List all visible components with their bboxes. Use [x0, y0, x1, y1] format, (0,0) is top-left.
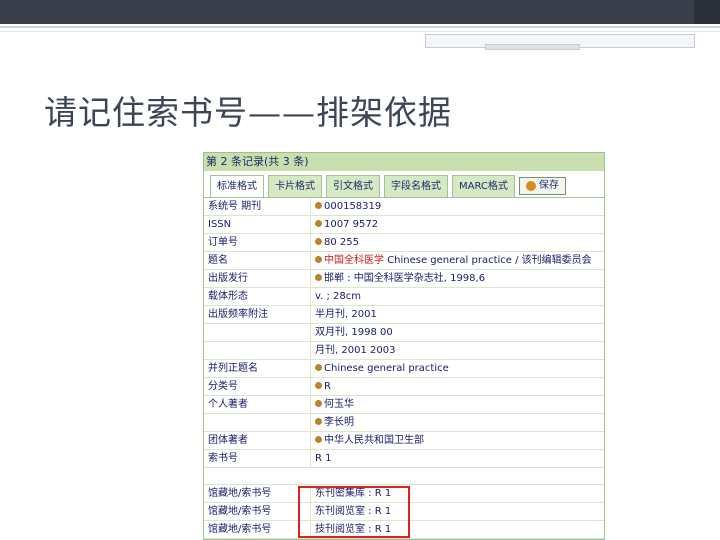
field-value-text: 1007 9572 — [324, 219, 379, 230]
field-label: 载体形态 — [204, 288, 311, 305]
tab-standard-format[interactable]: 标准格式 — [210, 175, 264, 197]
tab-marc-format[interactable]: MARC格式 — [452, 175, 515, 197]
bullet-icon — [315, 382, 322, 389]
record-field-row: 题名 中国全科医学 Chinese general practice / 该刊编辑… — [204, 252, 604, 270]
field-value: 中华人民共和国卫生部 — [311, 432, 604, 449]
call-number-highlight-box — [298, 486, 410, 538]
field-value-text: Chinese general practice — [324, 363, 449, 374]
field-value: 双月刊, 1998 00 — [311, 324, 604, 341]
field-value: 1007 9572 — [311, 216, 604, 233]
field-label: 订单号 — [204, 234, 311, 251]
field-value: R 1 — [311, 450, 604, 467]
record-field-row: 月刊, 2001 2003 — [204, 342, 604, 360]
field-value: 中国全科医学 Chinese general practice / 该刊编辑委员… — [311, 252, 604, 269]
field-value-title-link: 中国全科医学 — [324, 255, 384, 266]
record-field-row: 系统号 期刊 000158319 — [204, 198, 604, 216]
bullet-icon — [315, 202, 322, 209]
field-label: 出版发行 — [204, 270, 311, 287]
field-value: 李长明 — [311, 414, 604, 431]
field-value: v. ; 28cm — [311, 288, 604, 305]
slide-top-bar-corner — [694, 0, 720, 24]
field-label: 题名 — [204, 252, 311, 269]
bullet-icon — [315, 256, 322, 263]
holdings-label: 馆藏地/索书号 — [204, 503, 311, 520]
field-label — [204, 342, 311, 359]
field-value-text: v. ; 28cm — [315, 291, 362, 302]
field-label: 团体著者 — [204, 432, 311, 449]
field-label: 分类号 — [204, 378, 311, 395]
field-value-text: 邯郸 : 中国全科医学杂志社, 1998,6 — [324, 273, 486, 284]
field-label: 并列正题名 — [204, 360, 311, 377]
field-value: 半月刊, 2001 — [311, 306, 604, 323]
field-value: 何玉华 — [311, 396, 604, 413]
field-value: 80 255 — [311, 234, 604, 251]
record-field-row: 双月刊, 1998 00 — [204, 324, 604, 342]
bullet-icon — [315, 274, 322, 281]
bullet-icon — [315, 436, 322, 443]
field-value-text: 何玉华 — [324, 399, 354, 410]
field-value: Chinese general practice — [311, 360, 604, 377]
bullet-icon — [315, 400, 322, 407]
field-label — [204, 324, 311, 341]
field-value-text: 双月刊, 1998 00 — [315, 327, 393, 338]
holdings-label: 馆藏地/索书号 — [204, 485, 311, 502]
save-button-label: 保存 — [538, 180, 559, 191]
slide-title: 请记住索书号——排架依据 — [44, 93, 452, 132]
holdings-label: 馆藏地/索书号 — [204, 521, 311, 538]
bullet-icon — [315, 238, 322, 245]
bullet-icon — [315, 220, 322, 227]
field-value-text: 000158319 — [324, 201, 382, 212]
tab-card-format[interactable]: 卡片格式 — [268, 175, 322, 197]
record-field-row: 团体著者 中华人民共和国卫生部 — [204, 432, 604, 450]
field-label — [204, 414, 311, 431]
field-value-text: 中华人民共和国卫生部 — [324, 435, 424, 446]
slide-top-bar — [0, 0, 720, 24]
record-field-row: 索书号 R 1 — [204, 450, 604, 468]
record-field-row: 出版频率附注 半月刊, 2001 — [204, 306, 604, 324]
record-panel: 第 2 条记录(共 3 条) 标准格式 卡片格式 引文格式 字段名格式 MARC… — [203, 152, 605, 540]
record-field-row: ISSN 1007 9572 — [204, 216, 604, 234]
field-label: 系统号 期刊 — [204, 198, 311, 215]
field-value-text: 月刊, 2001 2003 — [315, 345, 396, 356]
field-value-text: 半月刊, 2001 — [315, 309, 377, 320]
record-field-row: 订单号 80 255 — [204, 234, 604, 252]
record-field-row: 李长明 — [204, 414, 604, 432]
slide-decoration-bar-small — [485, 44, 580, 50]
field-value-text: 李长明 — [324, 417, 354, 428]
record-field-row: 分类号 R — [204, 378, 604, 396]
table-spacer — [204, 468, 604, 485]
field-label: 出版频率附注 — [204, 306, 311, 323]
bullet-icon — [315, 418, 322, 425]
field-value-text: R — [324, 381, 331, 392]
field-value: 邯郸 : 中国全科医学杂志社, 1998,6 — [311, 270, 604, 287]
record-count-header: 第 2 条记录(共 3 条) — [204, 153, 604, 171]
tab-field-name-format[interactable]: 字段名格式 — [384, 175, 448, 197]
field-value: 月刊, 2001 2003 — [311, 342, 604, 359]
field-value-text: R 1 — [315, 453, 332, 464]
format-tabs: 标准格式 卡片格式 引文格式 字段名格式 MARC格式 保存 — [204, 171, 604, 198]
record-field-row: 并列正题名 Chinese general practice — [204, 360, 604, 378]
record-field-row: 载体形态 v. ; 28cm — [204, 288, 604, 306]
save-icon — [525, 181, 536, 191]
tab-citation-format[interactable]: 引文格式 — [326, 175, 380, 197]
field-label: ISSN — [204, 216, 311, 233]
field-value-text: 80 255 — [324, 237, 359, 248]
slide-top-rule — [0, 26, 720, 32]
field-value-text: Chinese general practice / 该刊编辑委员会 — [384, 255, 592, 266]
field-value: R — [311, 378, 604, 395]
field-value: 000158319 — [311, 198, 604, 215]
field-label: 索书号 — [204, 450, 311, 467]
record-field-row: 出版发行 邯郸 : 中国全科医学杂志社, 1998,6 — [204, 270, 604, 288]
save-button[interactable]: 保存 — [518, 177, 566, 195]
bullet-icon — [315, 364, 322, 371]
field-label: 个人著者 — [204, 396, 311, 413]
record-field-row: 个人著者 何玉华 — [204, 396, 604, 414]
